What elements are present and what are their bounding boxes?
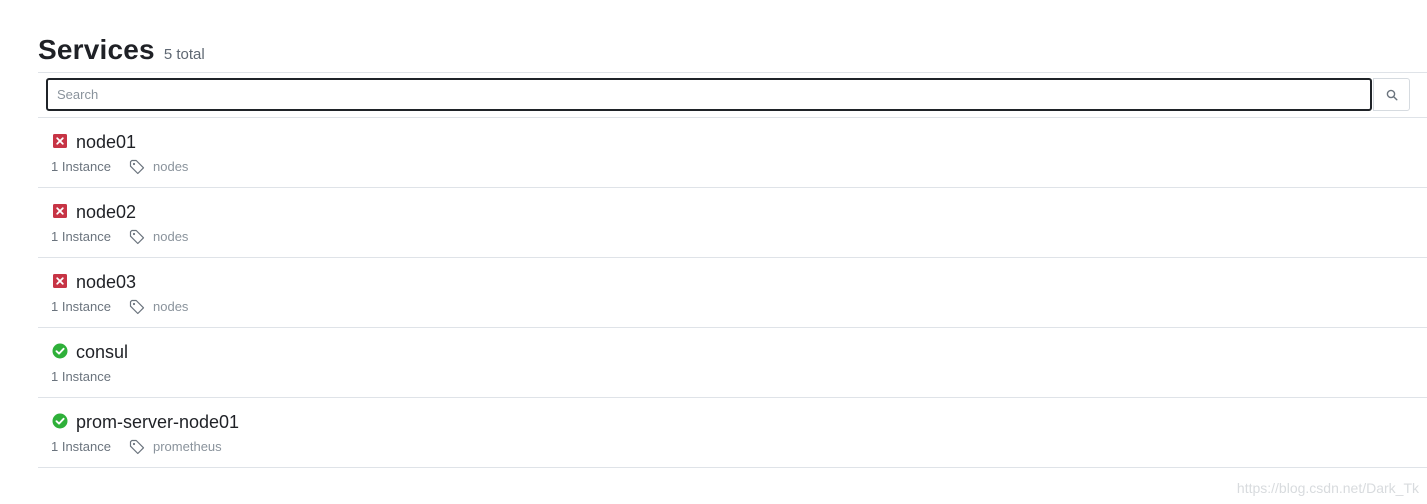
search-bar [38, 73, 1427, 118]
service-meta: 1 Instance nodes [51, 159, 188, 175]
service-meta: 1 Instance nodes [51, 229, 188, 245]
service-meta: 1 Instance [51, 369, 111, 385]
instance-count: 1 Instance [51, 159, 111, 174]
x-icon [53, 274, 67, 288]
page-title: Services [38, 34, 155, 65]
watermark: https://blog.csdn.net/Dark_Tk [1236, 480, 1419, 496]
service-tags: prometheus [129, 439, 222, 455]
tag-label: prometheus [153, 439, 222, 454]
service-name[interactable]: consul [76, 342, 128, 362]
check-circle-icon [52, 413, 68, 429]
instance-count: 1 Instance [51, 299, 111, 314]
search-icon [1386, 89, 1398, 101]
service-count: 5 total [163, 46, 205, 63]
tag-label: nodes [153, 229, 189, 244]
tag-icon [129, 299, 145, 315]
service-row[interactable]: prom-server-node01 1 Instance prometheus [38, 398, 1427, 468]
search-button[interactable] [1373, 78, 1410, 111]
service-name[interactable]: prom-server-node01 [76, 412, 239, 432]
x-icon [53, 134, 67, 148]
service-tags: nodes [129, 159, 188, 175]
instance-count: 1 Instance [51, 439, 111, 454]
tag-icon [129, 229, 145, 245]
page-header: Services 5 total [38, 34, 205, 66]
tag-label: nodes [153, 299, 189, 314]
service-list: node01 1 Instance nodes node02 1 Instanc… [38, 118, 1427, 468]
service-row[interactable]: node02 1 Instance nodes [38, 188, 1427, 258]
service-meta: 1 Instance nodes [51, 299, 188, 315]
service-name[interactable]: node02 [76, 202, 136, 222]
tag-icon [129, 159, 145, 175]
instance-count: 1 Instance [51, 369, 111, 384]
instance-count: 1 Instance [51, 229, 111, 244]
service-tags: nodes [129, 299, 188, 315]
service-name[interactable]: node03 [76, 272, 136, 292]
service-tags: nodes [129, 229, 188, 245]
check-circle-icon [52, 343, 68, 359]
tag-icon [129, 439, 145, 455]
service-row[interactable]: consul 1 Instance [38, 328, 1427, 398]
service-meta: 1 Instance prometheus [51, 439, 222, 455]
x-icon [53, 204, 67, 218]
service-row[interactable]: node03 1 Instance nodes [38, 258, 1427, 328]
service-row[interactable]: node01 1 Instance nodes [38, 118, 1427, 188]
service-name[interactable]: node01 [76, 132, 136, 152]
search-input[interactable] [46, 78, 1372, 111]
tag-label: nodes [153, 159, 189, 174]
